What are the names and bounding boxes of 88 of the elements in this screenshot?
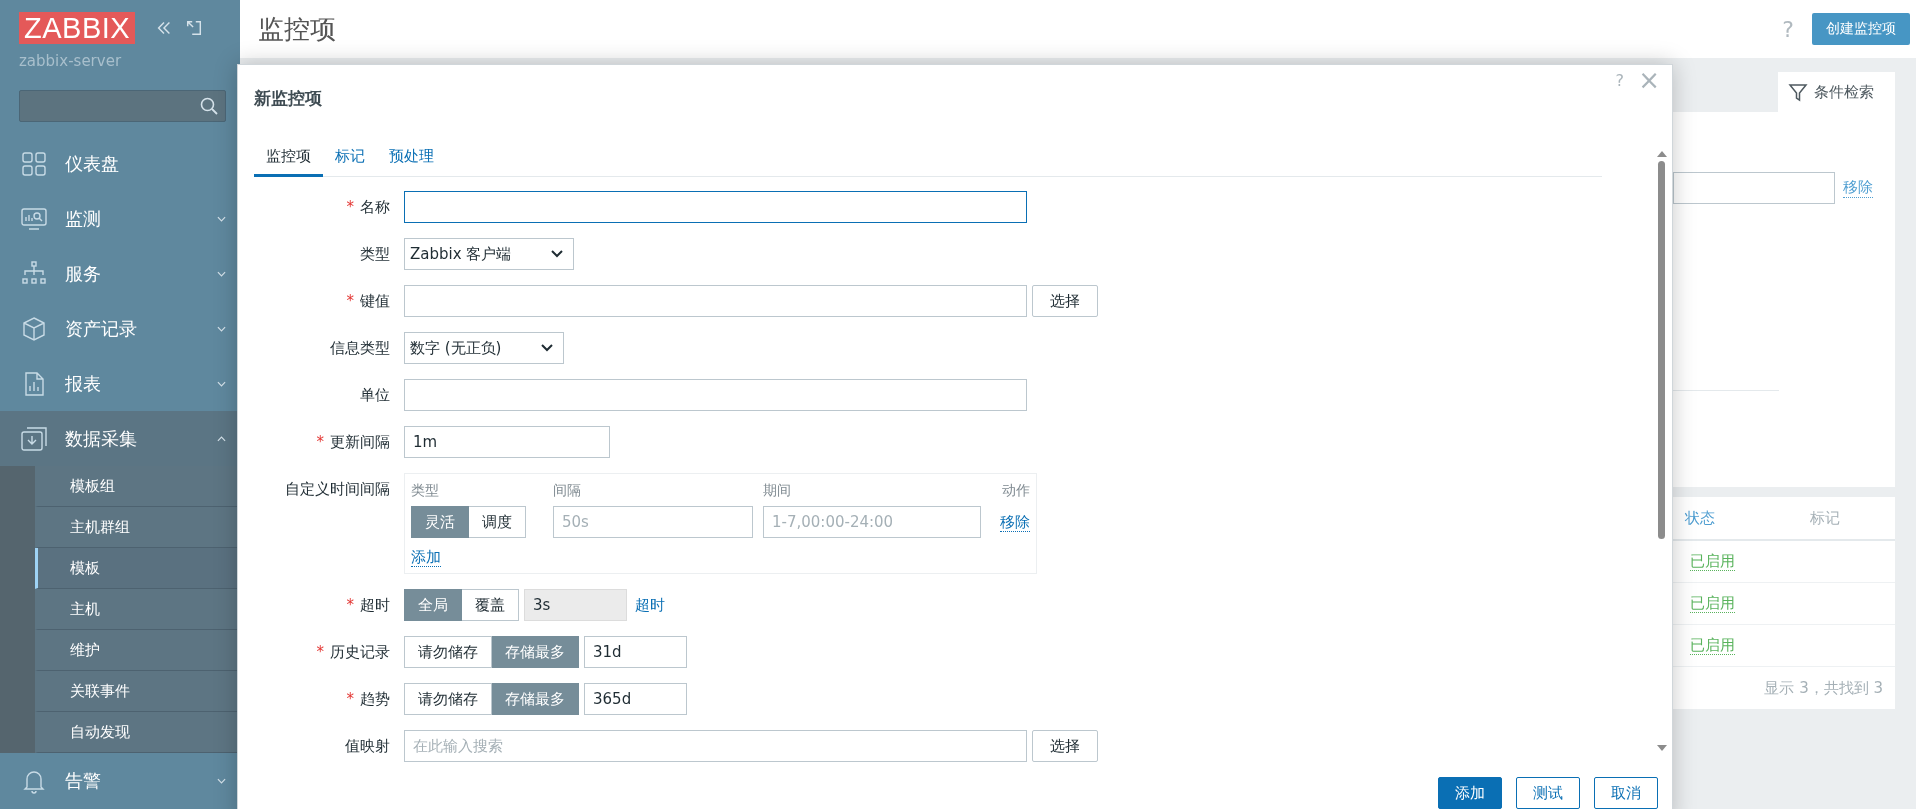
monitor-icon xyxy=(21,205,47,232)
dropdown[interactable]: 数字 (无正负) xyxy=(404,332,565,364)
search-icon[interactable] xyxy=(199,96,219,116)
status-link[interactable]: 已启用 xyxy=(1690,552,1735,571)
menu-item[interactable]: 资产记录 xyxy=(0,301,240,356)
tab[interactable]: 预处理 xyxy=(377,141,446,177)
segment-button[interactable]: 灵活 xyxy=(411,506,469,538)
text-field[interactable] xyxy=(404,379,1027,411)
select-button[interactable]: 选择 xyxy=(1032,730,1098,762)
field-label: 类型 xyxy=(359,244,391,265)
status-link[interactable]: 已启用 xyxy=(1690,594,1735,613)
column-header: 标记 xyxy=(1810,508,1841,528)
field-label: 自定义时间间隔 xyxy=(284,479,391,500)
field-label: * 更新间隔 xyxy=(315,432,391,453)
logo[interactable]: ZABBIX xyxy=(19,12,136,44)
segment-button[interactable]: 存储最多 xyxy=(492,636,579,668)
filter-tab[interactable]: 条件检索 xyxy=(1778,72,1895,112)
text-field[interactable]: 365d xyxy=(584,683,687,715)
chevron-icon xyxy=(541,344,554,352)
footer-button[interactable]: 测试 xyxy=(1516,777,1580,809)
submenu-item[interactable]: 自动发现 xyxy=(35,712,240,753)
segment-button[interactable]: 存储最多 xyxy=(492,683,579,715)
scrollbar[interactable] xyxy=(1657,151,1666,751)
chevron-icon xyxy=(217,777,226,784)
segment-button[interactable]: 请勿储存 xyxy=(404,683,492,715)
chevron-icon xyxy=(551,250,564,258)
kiosk-icon[interactable] xyxy=(185,19,204,37)
filter-input[interactable] xyxy=(1673,172,1835,204)
page-title: 监控项 xyxy=(258,12,337,46)
grid-icon xyxy=(21,150,47,177)
menu-item[interactable]: 数据采集 xyxy=(0,411,240,466)
text-field[interactable] xyxy=(404,285,1027,317)
chevron-icon xyxy=(217,435,226,442)
text-field[interactable]: 31d xyxy=(584,636,687,668)
field-label: 单位 xyxy=(359,385,391,406)
server-name: zabbix-server xyxy=(18,51,123,72)
column-header[interactable]: 状态 xyxy=(1685,508,1810,528)
interval-field[interactable]: 50s xyxy=(553,506,753,538)
dropdown[interactable]: Zabbix 客户端 xyxy=(404,238,575,270)
select-button[interactable]: 选择 xyxy=(1032,285,1098,317)
status-link[interactable]: 已启用 xyxy=(1690,636,1735,655)
field-label: * 历史记录 xyxy=(315,642,391,663)
field-label: * 名称 xyxy=(345,197,391,218)
submenu-item[interactable]: 主机群组 xyxy=(35,507,240,548)
menu-item[interactable]: 服务 xyxy=(0,246,240,301)
field-label: * 超时 xyxy=(345,595,391,616)
paging-summary: 显示 3，共找到 3 xyxy=(1764,678,1883,698)
submenu-item[interactable]: 模板 xyxy=(35,548,240,589)
sitemap-icon xyxy=(21,260,47,287)
period-field[interactable]: 1-7,00:00-24:00 xyxy=(763,506,981,538)
search-field[interactable] xyxy=(19,90,226,122)
filter-icon xyxy=(1788,82,1808,102)
chevron-icon xyxy=(217,325,226,332)
chevron-icon xyxy=(217,270,226,277)
dialog-title: 新监控项 xyxy=(254,86,323,110)
create-item-button[interactable]: 创建监控项 xyxy=(1812,13,1910,45)
column-header: 动作 xyxy=(1002,482,1030,500)
menu-item[interactable]: 仪表盘 xyxy=(0,136,240,191)
field-label: * 趋势 xyxy=(345,689,391,710)
menu-item[interactable]: 报表 xyxy=(0,356,240,411)
submenu-item[interactable]: 主机 xyxy=(35,589,240,630)
footer-button[interactable]: 取消 xyxy=(1594,777,1658,809)
tab[interactable]: 标记 xyxy=(323,141,377,177)
chevron-icon xyxy=(217,215,226,222)
segment-button[interactable]: 请勿储存 xyxy=(404,636,492,668)
menu-item[interactable]: 监测 xyxy=(0,191,240,246)
segment-button[interactable]: 调度 xyxy=(469,506,526,538)
remove-link[interactable]: 移除 xyxy=(1000,512,1030,532)
column-header: 间隔 xyxy=(553,482,582,500)
remove-link[interactable]: 移除 xyxy=(1843,178,1873,198)
field-label: * 键值 xyxy=(345,291,391,312)
field-label: 信息类型 xyxy=(329,338,391,359)
footer-button[interactable]: 添加 xyxy=(1438,777,1502,809)
chevron-icon xyxy=(217,380,226,387)
menu-item[interactable]: 告警 xyxy=(0,753,240,808)
text-field[interactable] xyxy=(404,191,1027,223)
add-link[interactable]: 添加 xyxy=(411,548,441,567)
submenu-item[interactable]: 模板组 xyxy=(35,466,240,507)
text-field[interactable]: 在此输入搜索 xyxy=(404,730,1027,762)
text-field[interactable]: 1m xyxy=(404,426,610,458)
tab[interactable]: 监控项 xyxy=(254,141,323,177)
submenu-item[interactable]: 维护 xyxy=(35,630,240,671)
field-label: 值映射 xyxy=(344,736,391,757)
submenu-item[interactable]: 关联事件 xyxy=(35,671,240,712)
cube-icon xyxy=(21,315,47,342)
column-header: 期间 xyxy=(763,482,792,500)
column-header: 类型 xyxy=(411,482,440,500)
download-icon xyxy=(21,425,47,452)
